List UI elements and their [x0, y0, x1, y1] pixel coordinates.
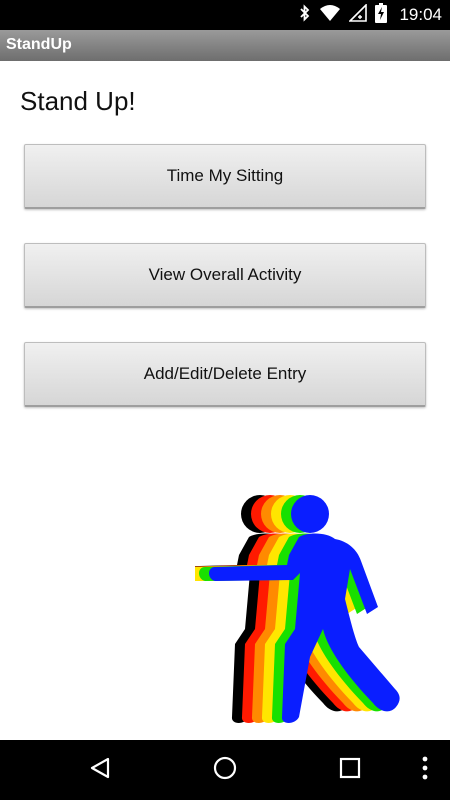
wifi-icon: [319, 4, 341, 27]
home-icon: [212, 755, 238, 786]
app-title: StandUp: [6, 36, 72, 53]
add-edit-delete-entry-button[interactable]: Add/Edit/Delete Entry: [24, 342, 426, 407]
back-icon: [89, 756, 111, 785]
home-button[interactable]: [195, 740, 255, 800]
recents-button[interactable]: [320, 740, 380, 800]
signal-icon: [348, 2, 368, 27]
main-content: Stand Up! Time My Sitting View Overall A…: [0, 61, 450, 740]
overflow-menu-button[interactable]: [410, 740, 440, 800]
status-icons: 19:04: [299, 0, 442, 30]
page-heading: Stand Up!: [20, 86, 136, 116]
action-bar: StandUp: [0, 30, 450, 61]
time-my-sitting-button[interactable]: Time My Sitting: [24, 144, 426, 209]
back-button[interactable]: [70, 740, 130, 800]
navigation-bar: [0, 740, 450, 800]
rainbow-walking-person-icon: [195, 495, 400, 723]
status-time: 19:04: [399, 5, 442, 24]
overflow-menu-icon: [422, 756, 428, 785]
status-bar: 19:04: [0, 0, 450, 30]
recents-icon: [339, 757, 361, 784]
battery-charging-icon: [375, 2, 388, 28]
view-overall-activity-button[interactable]: View Overall Activity: [24, 243, 426, 308]
bluetooth-icon: [299, 3, 311, 27]
